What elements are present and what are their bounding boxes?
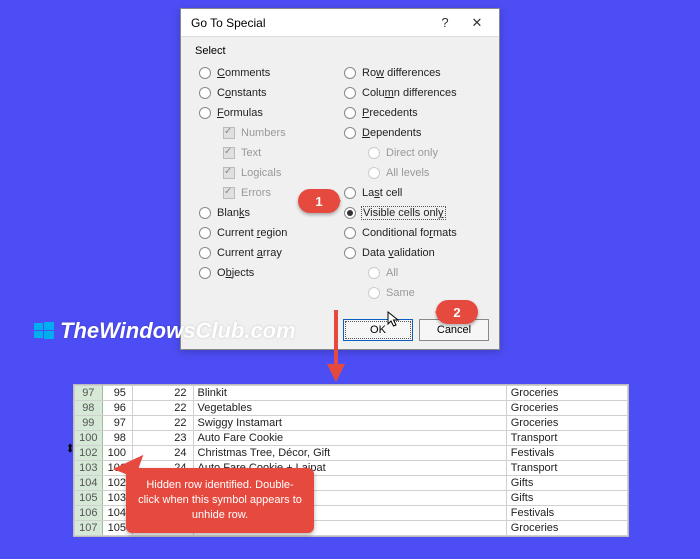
options-left-column: Comments Constants Formulas Numbers Text… [195, 63, 340, 303]
cell[interactable]: Groceries [506, 521, 627, 536]
cell[interactable]: 22 [132, 386, 193, 401]
close-button[interactable]: ✕ [461, 12, 493, 34]
option-text: Text [195, 143, 340, 163]
ok-button[interactable]: OK [343, 319, 413, 341]
cell[interactable]: Swiggy Instamart [193, 416, 506, 431]
goto-special-dialog: Go To Special ? ✕ Select Comments Consta… [180, 8, 500, 350]
cell[interactable]: 97 [102, 416, 132, 431]
cell[interactable]: Blinkit [193, 386, 506, 401]
option-data-validation[interactable]: Data validation [340, 243, 485, 263]
table-row[interactable]: 979522BlinkitGroceries [75, 386, 628, 401]
windows-logo-icon [34, 321, 54, 341]
option-current-array[interactable]: Current array [195, 243, 340, 263]
option-all-levels: All levels [340, 163, 485, 183]
option-last-cell[interactable]: Last cell [340, 183, 485, 203]
table-row[interactable]: 989622VegetablesGroceries [75, 401, 628, 416]
cell[interactable]: 96 [102, 401, 132, 416]
cell[interactable]: 23 [132, 431, 193, 446]
option-dependents[interactable]: Dependents [340, 123, 485, 143]
row-header[interactable]: 98 [75, 401, 103, 416]
cell[interactable]: Festivals [506, 446, 627, 461]
cell[interactable]: Auto Fare Cookie [193, 431, 506, 446]
option-conditional-formats[interactable]: Conditional formats [340, 223, 485, 243]
step-badge-1: 1 [298, 189, 340, 213]
row-header[interactable]: 102 [75, 446, 103, 461]
option-precedents[interactable]: Precedents [340, 103, 485, 123]
cell[interactable]: Festivals [506, 506, 627, 521]
row-header[interactable]: 106 [75, 506, 103, 521]
cell[interactable]: Christmas Tree, Décor, Gift [193, 446, 506, 461]
cell[interactable]: Transport [506, 431, 627, 446]
watermark-text: TheWindowsClub.com [60, 318, 296, 344]
cell[interactable]: Transport [506, 461, 627, 476]
watermark: TheWindowsClub.com [34, 318, 296, 344]
option-row-differences[interactable]: Row differences [340, 63, 485, 83]
options-right-column: Row differences Column differences Prece… [340, 63, 485, 303]
cell[interactable]: 95 [102, 386, 132, 401]
cell[interactable]: 22 [132, 401, 193, 416]
table-row[interactable]: 999722Swiggy InstamartGroceries [75, 416, 628, 431]
cell[interactable]: Groceries [506, 416, 627, 431]
option-all: All [340, 263, 485, 283]
down-arrow-icon [327, 310, 345, 382]
cell[interactable]: Vegetables [193, 401, 506, 416]
cell[interactable]: 98 [102, 431, 132, 446]
option-numbers: Numbers [195, 123, 340, 143]
row-header[interactable]: 103 [75, 461, 103, 476]
table-row[interactable]: 1009823Auto Fare CookieTransport [75, 431, 628, 446]
option-logicals: Logicals [195, 163, 340, 183]
callout-annotation: Hidden row identified. Double-click when… [126, 468, 314, 533]
table-row[interactable]: 10210024Christmas Tree, Décor, GiftFesti… [75, 446, 628, 461]
select-label: Select [195, 45, 485, 57]
option-objects[interactable]: Objects [195, 263, 340, 283]
option-visible-cells-only[interactable]: Visible cells only [340, 203, 485, 223]
step-badge-2: 2 [436, 300, 478, 324]
dialog-title: Go To Special [191, 16, 429, 30]
row-header[interactable]: 99 [75, 416, 103, 431]
option-formulas[interactable]: Formulas [195, 103, 340, 123]
help-button[interactable]: ? [429, 12, 461, 34]
row-header[interactable]: 100 [75, 431, 103, 446]
row-header[interactable]: 104 [75, 476, 103, 491]
cell[interactable]: Gifts [506, 491, 627, 506]
cell[interactable]: Groceries [506, 386, 627, 401]
cell[interactable]: 22 [132, 416, 193, 431]
cell[interactable]: Gifts [506, 476, 627, 491]
option-comments[interactable]: Comments [195, 63, 340, 83]
option-current-region[interactable]: Current region [195, 223, 340, 243]
cell[interactable]: Groceries [506, 401, 627, 416]
dialog-titlebar: Go To Special ? ✕ [181, 9, 499, 37]
option-constants[interactable]: Constants [195, 83, 340, 103]
option-direct-only: Direct only [340, 143, 485, 163]
option-column-differences[interactable]: Column differences [340, 83, 485, 103]
row-header[interactable]: 97 [75, 386, 103, 401]
row-header[interactable]: 107 [75, 521, 103, 536]
row-header[interactable]: 105 [75, 491, 103, 506]
